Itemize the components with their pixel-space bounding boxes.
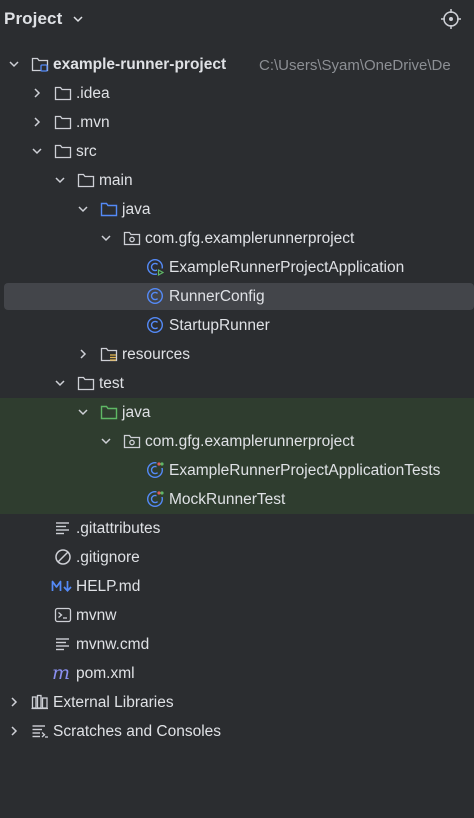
main-package-label: com.gfg.examplerunnerproject: [145, 230, 355, 247]
runner-config-label: RunnerConfig: [169, 288, 265, 305]
gitattributes-label: .gitattributes: [76, 520, 161, 537]
chevron-down-icon[interactable]: [76, 202, 90, 216]
folder-icon: [54, 113, 72, 131]
tree-item-help-md[interactable]: HELP.md: [0, 572, 474, 601]
project-panel-header: Project: [0, 0, 474, 40]
startup-runner-label: StartupRunner: [169, 317, 270, 334]
crosshair-icon[interactable]: [440, 8, 462, 30]
application-class-label: ExampleRunnerProjectApplication: [169, 259, 405, 276]
tree-item-test-package[interactable]: com.gfg.examplerunnerproject: [0, 427, 474, 456]
chevron-down-icon[interactable]: [53, 376, 67, 390]
project-folder-icon: [31, 55, 49, 73]
chevron-down-icon[interactable]: [99, 231, 113, 245]
external-libraries-label: External Libraries: [53, 694, 174, 711]
source-folder-icon: [100, 200, 118, 218]
class-icon: [146, 287, 164, 305]
tree-item-mvnw[interactable]: mvnw: [0, 601, 474, 630]
test-class-icon: [146, 490, 164, 508]
folder-icon: [54, 142, 72, 160]
chevron-down-icon[interactable]: [99, 434, 113, 448]
tree-item-main-package[interactable]: com.gfg.examplerunnerproject: [0, 224, 474, 253]
mvn-folder-label: .mvn: [76, 114, 110, 131]
library-icon: [31, 693, 49, 711]
tree-item-runner-config[interactable]: RunnerConfig: [0, 282, 474, 311]
resources-folder-label: resources: [122, 346, 191, 363]
tree-item-main[interactable]: main: [0, 166, 474, 195]
pom-xml-label: pom.xml: [76, 665, 135, 682]
text-file-icon: [54, 519, 72, 537]
test-package-label: com.gfg.examplerunnerproject: [145, 433, 355, 450]
tree-item-src[interactable]: src: [0, 137, 474, 166]
chevron-right-icon[interactable]: [7, 695, 21, 709]
terminal-file-icon: [54, 606, 72, 624]
chevron-down-icon[interactable]: [7, 57, 21, 71]
mvnw-label: mvnw: [76, 607, 117, 624]
tree-item-resources[interactable]: resources: [0, 340, 474, 369]
ignore-file-icon: [54, 548, 72, 566]
folder-icon: [77, 374, 95, 392]
panel-title[interactable]: Project: [4, 9, 62, 29]
scratches-icon: [31, 722, 49, 740]
maven-file-icon: m: [52, 664, 74, 682]
tree-item-main-java[interactable]: java: [0, 195, 474, 224]
chevron-down-icon[interactable]: [71, 12, 85, 26]
folder-icon: [54, 84, 72, 102]
gitignore-label: .gitignore: [76, 549, 140, 566]
tree-item-external-libraries[interactable]: External Libraries: [0, 688, 474, 717]
markdown-file-icon: [51, 577, 75, 595]
package-icon: [123, 432, 141, 450]
tree-item-gitattributes[interactable]: .gitattributes: [0, 514, 474, 543]
help-md-label: HELP.md: [76, 578, 141, 595]
scratches-label: Scratches and Consoles: [53, 723, 222, 740]
tree-item-application-tests[interactable]: ExampleRunnerProjectApplicationTests: [0, 456, 474, 485]
class-icon: [146, 316, 164, 334]
root-project-path: C:\Users\Syam\OneDrive\De: [259, 57, 451, 74]
project-tree: example-runner-project C:\Users\Syam\One…: [0, 50, 474, 746]
test-java-folder-label: java: [122, 404, 151, 421]
idea-folder-label: .idea: [76, 85, 110, 102]
tree-item-mvn[interactable]: .mvn: [0, 108, 474, 137]
spring-boot-class-icon: [146, 258, 164, 276]
mock-runner-test-label: MockRunnerTest: [169, 491, 286, 508]
tree-item-application-class[interactable]: ExampleRunnerProjectApplication: [0, 253, 474, 282]
tree-item-pom-xml[interactable]: m pom.xml: [0, 659, 474, 688]
test-class-icon: [146, 461, 164, 479]
tree-item-mvnw-cmd[interactable]: mvnw.cmd: [0, 630, 474, 659]
tree-item-idea[interactable]: .idea: [0, 79, 474, 108]
tree-item-gitignore[interactable]: .gitignore: [0, 543, 474, 572]
application-tests-label: ExampleRunnerProjectApplicationTests: [169, 462, 441, 479]
chevron-right-icon[interactable]: [30, 86, 44, 100]
chevron-down-icon[interactable]: [30, 144, 44, 158]
tree-item-test[interactable]: test: [0, 369, 474, 398]
chevron-down-icon[interactable]: [53, 173, 67, 187]
svg-text:m: m: [52, 664, 70, 682]
mvnw-cmd-label: mvnw.cmd: [76, 636, 150, 653]
tree-item-scratches[interactable]: Scratches and Consoles: [0, 717, 474, 746]
tree-item-root[interactable]: example-runner-project C:\Users\Syam\One…: [0, 50, 474, 79]
chevron-down-icon[interactable]: [76, 405, 90, 419]
chevron-right-icon[interactable]: [7, 724, 21, 738]
main-folder-label: main: [99, 172, 133, 189]
folder-icon: [77, 171, 95, 189]
test-source-folder-icon: [100, 403, 118, 421]
main-java-folder-label: java: [122, 201, 151, 218]
chevron-right-icon[interactable]: [76, 347, 90, 361]
text-file-icon: [54, 635, 72, 653]
tree-item-test-java[interactable]: java: [0, 398, 474, 427]
chevron-right-icon[interactable]: [30, 115, 44, 129]
tree-item-startup-runner[interactable]: StartupRunner: [0, 311, 474, 340]
src-folder-label: src: [76, 143, 97, 160]
test-folder-label: test: [99, 375, 124, 392]
resources-folder-icon: [100, 345, 118, 363]
tree-item-mock-runner-test[interactable]: MockRunnerTest: [0, 485, 474, 514]
package-icon: [123, 229, 141, 247]
root-project-label: example-runner-project: [53, 56, 227, 73]
